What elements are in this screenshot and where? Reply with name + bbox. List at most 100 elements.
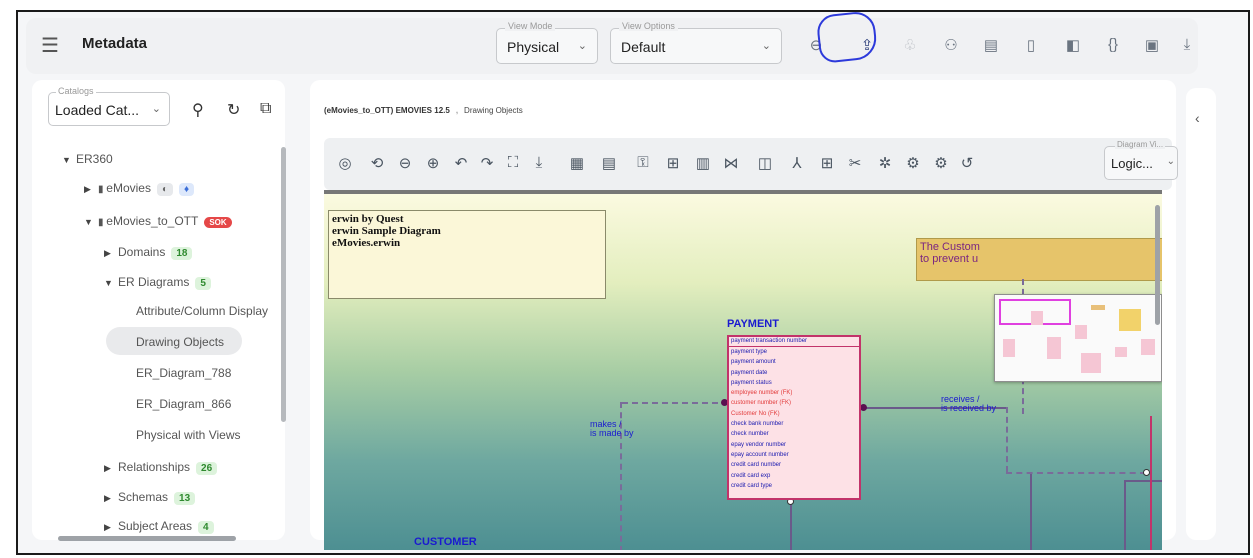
chevron-down-icon: ⌄ <box>151 103 161 115</box>
relationship-label-makes[interactable]: makes / is made by <box>590 420 634 438</box>
reset-icon[interactable]: ↺ <box>958 154 976 172</box>
count-badge: 5 <box>195 277 211 290</box>
people-icon[interactable]: ⚇ <box>940 36 962 54</box>
breadcrumb-model[interactable]: (eMovies_to_OTT) EMOVIES 12.5 <box>324 106 450 115</box>
entity-primary-key: payment transaction number <box>729 337 859 347</box>
minimap-block <box>1081 353 1101 373</box>
relationship-line[interactable] <box>1124 480 1162 482</box>
chevron-left-icon[interactable]: ‹ <box>1195 110 1200 126</box>
catalogs-select[interactable]: Catalogs Loaded Cat... ⌄ <box>48 86 170 126</box>
comment-icon[interactable]: ▤ <box>980 36 1002 54</box>
table-icon[interactable]: ▦ <box>568 154 586 172</box>
caret-right-icon: ▶ <box>104 463 111 473</box>
tree-item-emovies[interactable]: ▶ ▮ eMovies ◐ ♦ <box>84 181 195 196</box>
share-nodes-icon[interactable]: ⋈ <box>722 154 740 172</box>
target-icon[interactable]: ◎ <box>336 154 354 172</box>
column-icon[interactable]: ▥ <box>694 154 712 172</box>
tree-item-er-diagrams[interactable]: ▼ ER Diagrams 5 <box>104 275 211 290</box>
entity-attribute: customer number (FK) <box>731 400 792 407</box>
fit-screen-icon[interactable]: ⛶ <box>504 154 522 171</box>
customer-note-box[interactable]: The Custom to prevent u <box>916 238 1162 281</box>
document-icon[interactable]: ▣ <box>1141 36 1163 54</box>
note-line: erwin by Quest <box>332 213 404 225</box>
diagram-panel: (eMovies_to_OTT) EMOVIES 12.5, Drawing Ob… <box>310 80 1178 550</box>
count-badge: 18 <box>171 247 193 260</box>
caret-down-icon: ▼ <box>62 155 71 165</box>
csv-icon[interactable]: ▯ <box>1020 36 1042 54</box>
title-note-box[interactable]: erwin by Quest erwin Sample Diagram eMov… <box>328 210 606 299</box>
hierarchy-icon[interactable]: ♧ <box>899 36 921 54</box>
diagram-minimap[interactable] <box>994 294 1162 382</box>
tree-item-emovies-to-ott[interactable]: ▼ ▮ eMovies_to_OTT SOK <box>84 214 232 228</box>
menu-collapse-icon[interactable]: ☰ <box>41 33 59 58</box>
relationship-line[interactable] <box>1124 480 1126 550</box>
scissors-icon[interactable]: ✂ <box>846 154 864 172</box>
tree-item-drawing-objects[interactable]: Drawing Objects <box>136 335 224 349</box>
sidebar-horizontal-scrollbar[interactable] <box>58 536 236 541</box>
canvas-vertical-scrollbar[interactable] <box>1155 205 1160 325</box>
tree-item-attribute-display[interactable]: Attribute/Column Display <box>136 304 268 318</box>
tree-item-er360[interactable]: ▼ ER360 <box>62 152 113 166</box>
copy-icon[interactable]: ⧉ <box>260 100 271 118</box>
chevron-down-icon: ⌄ <box>1166 156 1175 167</box>
split-view-icon[interactable]: ◫ <box>756 154 774 172</box>
entity-attribute: credit card number <box>731 462 782 469</box>
tree-layout-icon[interactable]: ⅄ <box>788 154 806 172</box>
payment-entity[interactable]: payment transaction number payment type p… <box>727 335 861 500</box>
relationship-line[interactable] <box>1030 474 1032 550</box>
gear-icon[interactable]: ⚙ <box>932 154 950 172</box>
entity-attribute: credit card exp <box>731 472 771 479</box>
refresh-icon[interactable]: ↻ <box>227 100 240 120</box>
top-bar: ☰ Metadata View Mode Physical ⌄ View Opt… <box>26 18 1198 74</box>
compare-icon[interactable]: ◧ <box>1062 36 1084 54</box>
view-mode-select[interactable]: View Mode Physical ⌄ <box>496 21 598 64</box>
minimap-block <box>1031 311 1043 325</box>
download-icon[interactable]: ⤓ <box>530 154 548 171</box>
relationship-line[interactable] <box>790 501 792 550</box>
caret-right-icon: ▶ <box>84 184 91 194</box>
diagram-view-value: Logic... <box>1111 156 1153 171</box>
grid-icon[interactable]: ⊞ <box>818 154 836 172</box>
entity-attribute: employee number (FK) <box>731 390 793 397</box>
entity-attribute: check bank number <box>731 421 784 428</box>
relationship-line[interactable] <box>1006 407 1008 472</box>
minimap-block <box>1075 325 1087 339</box>
key-icon[interactable]: ⚿ <box>634 154 652 171</box>
gear-icon[interactable]: ⚙ <box>904 154 922 172</box>
relationship-line[interactable] <box>1006 472 1146 474</box>
comment-icon[interactable]: ▤ <box>600 154 618 172</box>
download-icon[interactable]: ⤓ <box>1176 36 1198 53</box>
minimap-block <box>1141 339 1155 355</box>
sidebar-vertical-scrollbar[interactable] <box>281 147 286 422</box>
entity-icon[interactable]: ⊞ <box>664 154 682 172</box>
count-badge: 13 <box>174 492 196 505</box>
tree-item-subject-areas[interactable]: ▶ Subject Areas 4 <box>104 519 214 534</box>
json-icon[interactable]: {} <box>1102 36 1124 53</box>
caret-down-icon: ▼ <box>104 278 113 288</box>
caret-right-icon: ▶ <box>104 493 111 503</box>
search-icon[interactable]: ⚲ <box>192 100 204 120</box>
tree-item-schemas[interactable]: ▶ Schemas 13 <box>104 490 196 505</box>
tree-item-domains[interactable]: ▶ Domains 18 <box>104 245 193 260</box>
minimap-block <box>1119 309 1141 331</box>
tree-item-relationships[interactable]: ▶ Relationships 26 <box>104 460 218 475</box>
zoom-in-icon[interactable]: ⊕ <box>424 154 442 172</box>
redo-icon[interactable]: ↷ <box>478 154 496 172</box>
tree-item-er-diagram-788[interactable]: ER_Diagram_788 <box>136 366 231 380</box>
relationship-end-dot <box>1143 469 1150 476</box>
diagram-canvas[interactable]: erwin by Quest erwin Sample Diagram eMov… <box>324 194 1162 550</box>
entity-attribute: credit card type <box>731 482 773 489</box>
undo-icon[interactable]: ↶ <box>452 154 470 172</box>
diagram-view-select[interactable]: Diagram Vi... Logic... ⌄ <box>1104 140 1178 180</box>
thumbs-up-badge-icon: ♦ <box>179 183 195 196</box>
relationship-line[interactable] <box>622 402 728 404</box>
zoom-reset-icon[interactable]: ⟲ <box>368 154 386 172</box>
caret-down-icon: ▼ <box>84 217 93 227</box>
tree-item-er-diagram-866[interactable]: ER_Diagram_866 <box>136 397 231 411</box>
relationship-label-receives[interactable]: receives / is received by <box>941 395 996 413</box>
zoom-out-icon[interactable]: ⊖ <box>396 154 414 172</box>
chevron-down-icon: ⌄ <box>577 40 587 52</box>
view-options-select[interactable]: View Options Default ⌄ <box>610 21 782 64</box>
tree-item-physical-views[interactable]: Physical with Views <box>136 428 240 442</box>
settings-cog-icon[interactable]: ✲ <box>876 154 894 172</box>
